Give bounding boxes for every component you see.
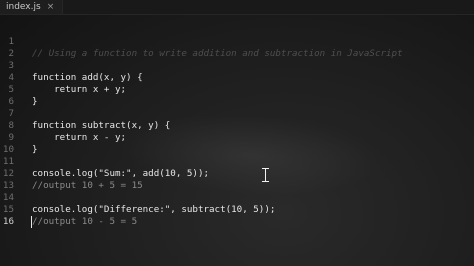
code-line: 13 [0,168,474,191]
text-cursor [31,216,32,228]
code-line: 16 [0,204,474,227]
code-line: 9 } [0,120,474,155]
code-line: 8 return x - y; [0,108,474,143]
code-line: 4 return x + y; [0,60,474,95]
line-number: 16 [2,216,14,227]
tab-filename: index.js [6,2,41,12]
code-line: 6 [0,84,474,107]
code-editor-window: index.js × 1 // Using a function to writ… [0,0,474,266]
tab-bar: index.js × [0,0,474,15]
line-code: //output 10 - 5 = 5 [32,216,138,227]
code-line: 14 console.log("Difference:", subtract(1… [0,180,474,215]
code-line: 15 //output 10 - 5 = 5 [0,192,474,227]
tab-index-js[interactable]: index.js × [0,0,64,14]
code-line: 10 [0,132,474,155]
mouse-ibeam-icon [262,168,269,182]
code-line: 2 [0,36,474,59]
close-icon[interactable]: × [47,2,55,12]
code-line: 11 console.log("Sum:", add(10, 5)); [0,144,474,179]
code-line: 5 } [0,72,474,107]
code-line: 3 function add(x, y) { [0,48,474,83]
code-line: 7 function subtract(x, y) { [0,96,474,131]
code-line: 1 // Using a function to write addition … [0,24,474,59]
code-line: 12 //output 10 + 5 = 15 [0,156,474,191]
